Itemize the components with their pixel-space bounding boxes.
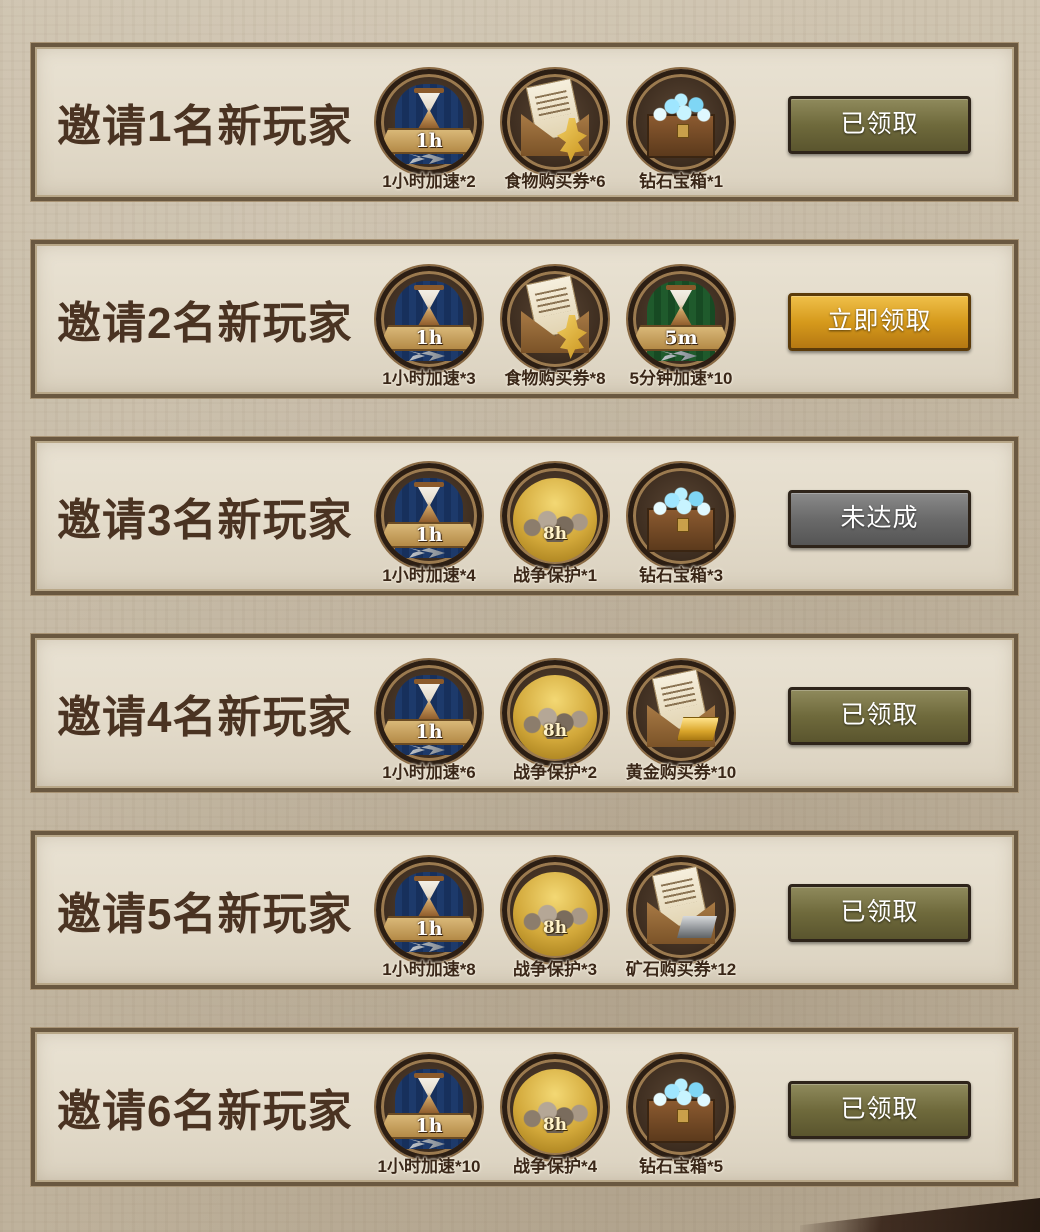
reward-label: 食物购买券*6 xyxy=(504,172,606,191)
diamonds-icon xyxy=(651,486,711,518)
not-reached-button[interactable]: 未达成 xyxy=(788,490,971,548)
reward-label: 钻石宝箱*3 xyxy=(638,566,724,585)
reward-item[interactable]: 1h 1小时加速*3 xyxy=(367,266,491,392)
reward-label: 战争保护*3 xyxy=(512,960,598,979)
ore-bar-icon xyxy=(677,916,717,938)
reward-label: 战争保护*2 xyxy=(512,763,598,782)
speedup-5m-icon: 5m xyxy=(628,266,734,372)
war-protection-icon: 8h xyxy=(502,857,608,963)
row-title: 邀请1名新玩家 xyxy=(57,102,353,151)
reward-label: 1小时加速*4 xyxy=(382,566,476,585)
reward-label: 钻石宝箱*5 xyxy=(638,1157,724,1176)
invite-reward-row: 邀请4名新玩家 1h 1小时加速*6 8h 战争保护*2 黄金购买券*10 已领取 xyxy=(30,633,1019,793)
reward-item[interactable]: 1h 1小时加速*2 xyxy=(367,69,491,195)
diamond-chest-icon xyxy=(628,1054,734,1160)
hourglass-icon xyxy=(414,285,444,331)
hourglass-icon xyxy=(666,285,696,331)
invite-reward-row: 邀请3名新玩家 1h 1小时加速*4 8h 战争保护*1 钻石宝箱*3 未达成 xyxy=(30,436,1019,596)
duration-badge: 1h xyxy=(383,128,475,154)
invite-reward-row: 邀请5名新玩家 1h 1小时加速*8 8h 战争保护*3 矿石购买券*12 已领取 xyxy=(30,830,1019,990)
diamonds-icon xyxy=(651,92,711,124)
war-protection-icon: 8h xyxy=(502,463,608,569)
speedup-1h-icon: 1h xyxy=(376,857,482,963)
reward-item[interactable]: 8h 战争保护*1 xyxy=(493,463,617,589)
war-protection-icon: 8h xyxy=(502,660,608,766)
brush-stroke-decoration xyxy=(800,1198,1040,1232)
speedup-1h-icon: 1h xyxy=(376,69,482,175)
reward-item[interactable]: 钻石宝箱*1 xyxy=(619,69,743,195)
reward-label: 1小时加速*8 xyxy=(382,960,476,979)
reward-item[interactable]: 矿石购买券*12 xyxy=(619,857,743,983)
gold-bar-icon xyxy=(677,717,719,741)
claim-now-button[interactable]: 立即领取 xyxy=(788,293,971,351)
speedup-1h-icon: 1h xyxy=(376,1054,482,1160)
invite-reward-row: 邀请1名新玩家 1h 1小时加速*2 食物购买券*6 钻石宝箱*1 已领取 xyxy=(30,42,1019,202)
claimed-button[interactable]: 已领取 xyxy=(788,687,971,745)
reward-item[interactable]: 8h 战争保护*4 xyxy=(493,1054,617,1180)
war-protection-icon: 8h xyxy=(502,1054,608,1160)
claimed-button[interactable]: 已领取 xyxy=(788,884,971,942)
invite-reward-row: 邀请2名新玩家 1h 1小时加速*3 食物购买券*8 5m 5分钟加速*10 立即领取 xyxy=(30,239,1019,399)
reward-label: 1小时加速*6 xyxy=(382,763,476,782)
row-title: 邀请5名新玩家 xyxy=(57,890,353,939)
reward-item[interactable]: 钻石宝箱*5 xyxy=(619,1054,743,1180)
duration-badge: 1h xyxy=(383,522,475,548)
reward-item[interactable]: 8h 战争保护*2 xyxy=(493,660,617,786)
gold-voucher-icon xyxy=(628,660,734,766)
row-title: 邀请4名新玩家 xyxy=(57,693,353,742)
hourglass-icon xyxy=(414,1073,444,1119)
hourglass-icon xyxy=(414,679,444,725)
reward-label: 黄金购买券*10 xyxy=(625,763,737,782)
hourglass-icon xyxy=(414,88,444,134)
reward-item[interactable]: 1h 1小时加速*8 xyxy=(367,857,491,983)
reward-item[interactable]: 黄金购买券*10 xyxy=(619,660,743,786)
reward-item[interactable]: 钻石宝箱*3 xyxy=(619,463,743,589)
duration-badge: 8h xyxy=(542,1115,568,1135)
food-voucher-icon xyxy=(502,266,608,372)
ore-voucher-icon xyxy=(628,857,734,963)
reward-label: 矿石购买券*12 xyxy=(625,960,737,979)
claimed-button[interactable]: 已领取 xyxy=(788,96,971,154)
duration-badge: 1h xyxy=(383,916,475,942)
reward-item[interactable]: 1h 1小时加速*10 xyxy=(367,1054,491,1180)
reward-label: 战争保护*1 xyxy=(512,566,598,585)
reward-label: 1小时加速*3 xyxy=(382,369,476,388)
row-title: 邀请3名新玩家 xyxy=(57,496,353,545)
speedup-1h-icon: 1h xyxy=(376,660,482,766)
reward-label: 战争保护*4 xyxy=(512,1157,598,1176)
reward-item[interactable]: 1h 1小时加速*6 xyxy=(367,660,491,786)
reward-label: 1小时加速*2 xyxy=(382,172,476,191)
hourglass-icon xyxy=(414,876,444,922)
reward-item[interactable]: 食物购买券*8 xyxy=(493,266,617,392)
diamonds-icon xyxy=(651,1077,711,1109)
reward-item[interactable]: 1h 1小时加速*4 xyxy=(367,463,491,589)
reward-label: 食物购买券*8 xyxy=(504,369,606,388)
duration-badge: 5m xyxy=(635,325,727,351)
speedup-1h-icon: 1h xyxy=(376,463,482,569)
reward-label: 钻石宝箱*1 xyxy=(638,172,724,191)
reward-label: 1小时加速*10 xyxy=(377,1157,481,1176)
duration-badge: 8h xyxy=(542,918,568,938)
duration-badge: 8h xyxy=(542,721,568,741)
reward-item[interactable]: 8h 战争保护*3 xyxy=(493,857,617,983)
duration-badge: 1h xyxy=(383,325,475,351)
duration-badge: 1h xyxy=(383,1113,475,1139)
speedup-1h-icon: 1h xyxy=(376,266,482,372)
hourglass-icon xyxy=(414,482,444,528)
duration-badge: 8h xyxy=(542,524,568,544)
food-voucher-icon xyxy=(502,69,608,175)
invite-reward-row: 邀请6名新玩家 1h 1小时加速*10 8h 战争保护*4 钻石宝箱*5 已领取 xyxy=(30,1027,1019,1187)
diamond-chest-icon xyxy=(628,69,734,175)
reward-label: 5分钟加速*10 xyxy=(629,369,733,388)
diamond-chest-icon xyxy=(628,463,734,569)
row-title: 邀请6名新玩家 xyxy=(57,1087,353,1136)
duration-badge: 1h xyxy=(383,719,475,745)
row-title: 邀请2名新玩家 xyxy=(57,299,353,348)
reward-item[interactable]: 5m 5分钟加速*10 xyxy=(619,266,743,392)
claimed-button[interactable]: 已领取 xyxy=(788,1081,971,1139)
reward-item[interactable]: 食物购买券*6 xyxy=(493,69,617,195)
